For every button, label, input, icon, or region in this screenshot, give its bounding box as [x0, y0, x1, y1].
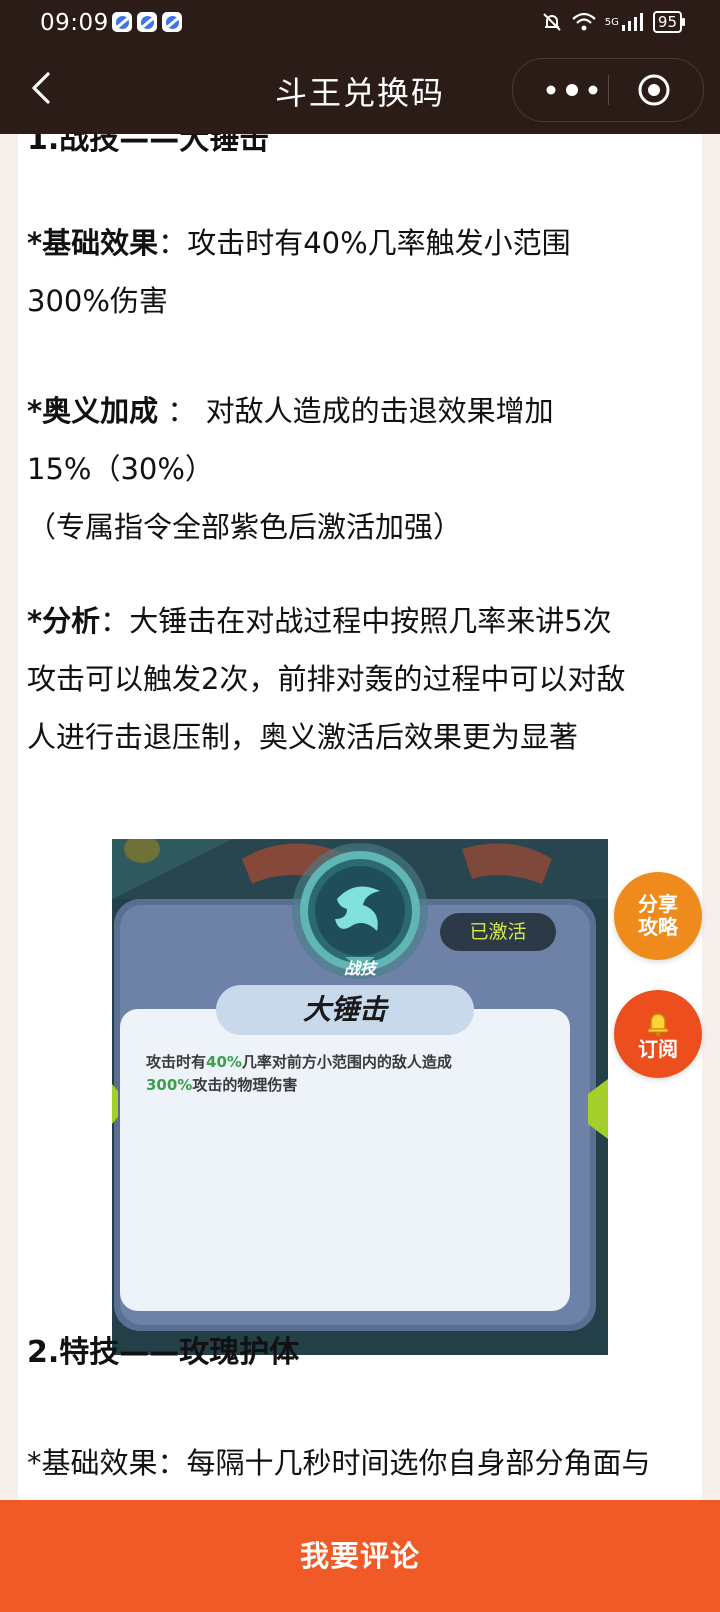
skill-type-label: 战技: [343, 959, 376, 978]
separator: ：: [158, 394, 206, 428]
app-notification-icon: [137, 12, 157, 32]
skill-name: 大锤击: [302, 993, 387, 1026]
app-notification-icon: [112, 12, 132, 32]
subscribe-button[interactable]: 订阅: [614, 990, 702, 1078]
guide-label: 攻略: [638, 915, 678, 939]
share-label: 分享: [638, 892, 678, 916]
section-heading: 2.特技——玫瑰护体: [27, 1335, 300, 1370]
desc-text: 攻击时有: [146, 1053, 207, 1071]
subscribe-label: 订阅: [638, 1036, 678, 1061]
miniprogram-capsule: [512, 58, 704, 122]
label-ultimate-bonus: *奥义加成: [27, 394, 159, 428]
text-line: 攻击时有40%几率触发小范围: [187, 226, 571, 260]
desc-text: 几率对前方小范围内的敌人造成: [241, 1053, 452, 1071]
text-line: （专属指令全部紫色后激活加强）: [27, 510, 463, 544]
activated-badge: 已激活: [440, 913, 556, 951]
app-notification-icon: [162, 12, 182, 32]
text-line: 15%（30%）: [27, 452, 214, 486]
wifi-icon: [572, 12, 596, 31]
status-bar: 09:09 5G 95: [0, 0, 720, 46]
text-line: 对敌人造成的击退效果增加: [205, 394, 554, 428]
desc-text: 攻击的物理伤害: [192, 1076, 298, 1094]
mute-bell-icon: [543, 13, 561, 31]
bell-icon: [647, 1012, 669, 1036]
share-guide-button[interactable]: 分享 攻略: [614, 872, 702, 960]
skill-description: 攻击时有40%几率对前方小范围内的敌人造成 300%攻击的物理伤害: [146, 1051, 546, 1097]
article-content: 1.战技——大锤击 *基础效果：攻击时有40%几率触发小范围 300%伤害 *奥…: [18, 134, 702, 1500]
battery-indicator: 95: [652, 11, 686, 33]
paragraph-base-effect: *基础效果：攻击时有40%几率触发小范围 300%伤害: [27, 214, 571, 330]
comment-button[interactable]: 我要评论: [0, 1500, 720, 1612]
skill-screenshot[interactable]: 战技 已激活 大锤击 攻击时有40%几率对前方小范围内的敌人造成 300%攻击的…: [112, 839, 608, 1355]
text-line: 300%伤害: [27, 284, 168, 318]
paragraph-ultimate-bonus: *奥义加成 ： 对敌人造成的击退效果增加 15%（30%） （专属指令全部紫色后…: [27, 382, 554, 556]
text-line: 攻击可以触发2次，前排对轰的过程中可以对敌: [27, 662, 626, 696]
separator: ：: [158, 226, 188, 260]
network-type: 5G: [604, 16, 619, 28]
label-analysis: *分析: [27, 604, 101, 638]
paragraph-analysis: *分析：大锤击在对战过程中按照几率来讲5次 攻击可以触发2次，前排对轰的过程中可…: [27, 592, 625, 766]
desc-highlight: 40%: [206, 1053, 242, 1071]
nav-bar: 斗王兑换码: [0, 46, 720, 134]
more-dots-icon[interactable]: [541, 79, 603, 101]
section-heading: 1.战技——大锤击: [27, 134, 270, 157]
text-line: 人进行击退压制，奥义激活后效果更为显著: [27, 720, 579, 754]
paragraph-partial: *基础效果：每隔十几秒时间选你自身部分角面与: [27, 1446, 651, 1480]
text-line: 大锤击在对战过程中按照几率来讲5次: [129, 604, 612, 638]
separator: ：: [100, 604, 130, 638]
capsule-divider: [608, 75, 609, 105]
label-base-effect: *基础效果: [27, 226, 159, 260]
notification-icons: [112, 12, 182, 32]
desc-highlight: 300%: [146, 1076, 193, 1094]
status-time: 09:09: [40, 10, 109, 36]
close-target-icon[interactable]: [637, 73, 671, 107]
signal-icon: [621, 13, 643, 31]
